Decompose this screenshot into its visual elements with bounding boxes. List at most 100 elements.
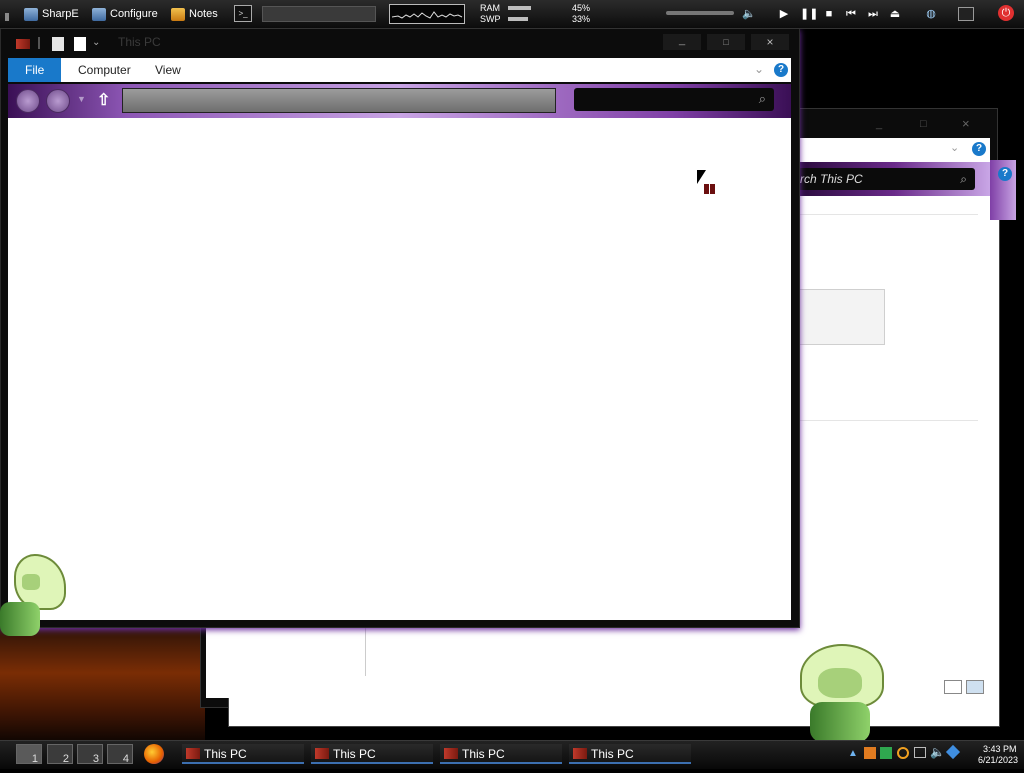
- clock-date[interactable]: 6/21/2023: [978, 755, 1018, 765]
- swp-label: SWP: [480, 14, 501, 24]
- ribbon-bar: File Computer View ⌄ ?: [8, 58, 791, 82]
- clock-time[interactable]: 3:43 PM: [983, 744, 1017, 754]
- recent-locations-dropdown[interactable]: ▼: [77, 94, 86, 104]
- tray-app-icon[interactable]: [864, 747, 876, 759]
- panel-handle: [5, 13, 9, 21]
- network-icon[interactable]: ◍: [924, 7, 938, 21]
- explorer-icon: [573, 748, 587, 759]
- tray-expand-icon[interactable]: ▲: [848, 748, 858, 759]
- monitor-icon[interactable]: [958, 7, 974, 21]
- back-window-content[interactable]: [798, 138, 990, 700]
- app-icon[interactable]: [16, 39, 30, 49]
- help-icon[interactable]: ?: [774, 63, 788, 77]
- top-panel: SharpE Configure Notes >_ RAM SWP 45% 33…: [0, 0, 1024, 29]
- help-icon[interactable]: ?: [998, 167, 1012, 181]
- firefox-icon[interactable]: [144, 744, 164, 764]
- power-icon[interactable]: ⏻: [998, 5, 1014, 21]
- details-view-icon[interactable]: [944, 680, 962, 694]
- character-sticker-right: [796, 640, 886, 744]
- chevron-down-icon[interactable]: ⌄: [950, 141, 959, 154]
- ram-percent: 45%: [572, 3, 591, 13]
- explorer-icon: [315, 748, 329, 759]
- window-title: This PC: [118, 35, 161, 49]
- configure-icon: [92, 7, 106, 21]
- search-input[interactable]: ⌕: [574, 88, 774, 111]
- desktop-wallpaper: [0, 625, 205, 745]
- back-button[interactable]: [16, 89, 40, 113]
- taskbar-item[interactable]: This PC: [311, 744, 433, 764]
- stop-icon[interactable]: ■: [822, 7, 836, 21]
- explorer-icon: [186, 748, 200, 759]
- notes-button[interactable]: Notes: [171, 5, 218, 23]
- sharpe-icon: [24, 7, 38, 21]
- mouse-cursor: [697, 170, 706, 184]
- busy-cursor-indicator: [704, 184, 716, 194]
- ram-meter: [508, 6, 531, 10]
- back-pane-splitter[interactable]: [365, 628, 366, 676]
- play-icon[interactable]: ▶: [777, 7, 791, 21]
- tray-volume-icon[interactable]: 🔈: [930, 745, 945, 759]
- eject-icon[interactable]: ⏏: [888, 7, 902, 21]
- back-search-input[interactable]: rch This PC ⌕: [798, 168, 975, 190]
- back-drive-tile[interactable]: [798, 289, 885, 345]
- back-window-controls: _ □ ×: [876, 116, 970, 131]
- back-window-ribbon: ⌄ ?: [798, 138, 990, 160]
- quick-launch-slot[interactable]: [262, 6, 376, 22]
- desktop-switch-1[interactable]: 1: [16, 744, 42, 765]
- taskbar-item[interactable]: This PC: [182, 744, 304, 764]
- tab-computer[interactable]: Computer: [66, 58, 143, 82]
- quick-access-toolbar: ⌄: [16, 37, 106, 51]
- cpu-graph: [389, 4, 465, 24]
- sharpe-label: SharpE: [42, 8, 79, 20]
- file-list-pane[interactable]: [8, 118, 791, 620]
- notes-label: Notes: [189, 8, 218, 20]
- configure-button[interactable]: Configure: [92, 5, 158, 23]
- taskbar-item[interactable]: This PC: [569, 744, 691, 764]
- tab-view[interactable]: View: [143, 58, 193, 82]
- cpu-graph-line: [391, 11, 463, 19]
- chevron-down-icon[interactable]: ⌄: [754, 62, 764, 76]
- search-icon[interactable]: ⌕: [960, 168, 967, 190]
- address-bar[interactable]: [122, 88, 556, 113]
- taskbar: 1 2 3 4 This PC This PC This PC This PC …: [0, 740, 1024, 769]
- notes-icon: [171, 7, 185, 21]
- forward-button[interactable]: [46, 89, 70, 113]
- new-folder-icon[interactable]: [74, 37, 86, 51]
- up-arrow-icon[interactable]: ⇧: [97, 90, 110, 110]
- minimize-button[interactable]: _: [663, 34, 701, 50]
- taskbar-item[interactable]: This PC: [440, 744, 562, 764]
- taskbar-item-label: This PC: [333, 747, 376, 761]
- desktop-switch-3[interactable]: 3: [77, 744, 103, 765]
- next-icon[interactable]: ⏭: [866, 7, 880, 21]
- taskbar-item-label: This PC: [462, 747, 505, 761]
- back-divider-2: [798, 420, 978, 421]
- tray-notification-icon[interactable]: [945, 744, 961, 760]
- large-icons-view-icon[interactable]: [966, 680, 984, 694]
- sharpe-button[interactable]: SharpE: [24, 5, 79, 23]
- chevron-down-icon[interactable]: ⌄: [92, 37, 100, 48]
- volume-icon[interactable]: 🔈: [742, 7, 756, 21]
- taskbar-item-label: This PC: [591, 747, 634, 761]
- taskbar-item-label: This PC: [204, 747, 247, 761]
- back-divider: [798, 214, 978, 215]
- desktop-switch-2[interactable]: 2: [47, 744, 73, 765]
- properties-icon[interactable]: [52, 37, 64, 51]
- close-button[interactable]: ×: [751, 34, 789, 50]
- configure-label: Configure: [110, 8, 158, 20]
- tab-file[interactable]: File: [8, 58, 62, 82]
- ram-label: RAM: [480, 3, 500, 13]
- media-seek-bar[interactable]: [666, 11, 734, 15]
- tray-network-icon[interactable]: [914, 747, 926, 758]
- window-controls: _ □ ×: [663, 32, 791, 52]
- desktop-switch-4[interactable]: 4: [107, 744, 133, 765]
- tray-search-icon[interactable]: [897, 747, 909, 759]
- character-sticker-left: [0, 552, 70, 642]
- maximize-button[interactable]: □: [707, 34, 745, 50]
- previous-icon[interactable]: ⏮: [844, 7, 858, 21]
- terminal-icon[interactable]: >_: [234, 5, 252, 22]
- tray-shield-icon[interactable]: [880, 747, 892, 759]
- search-icon[interactable]: ⌕: [759, 91, 766, 107]
- back-search-placeholder: rch This PC: [800, 172, 863, 186]
- pause-icon[interactable]: ❚❚: [800, 7, 818, 21]
- help-icon[interactable]: ?: [972, 142, 986, 156]
